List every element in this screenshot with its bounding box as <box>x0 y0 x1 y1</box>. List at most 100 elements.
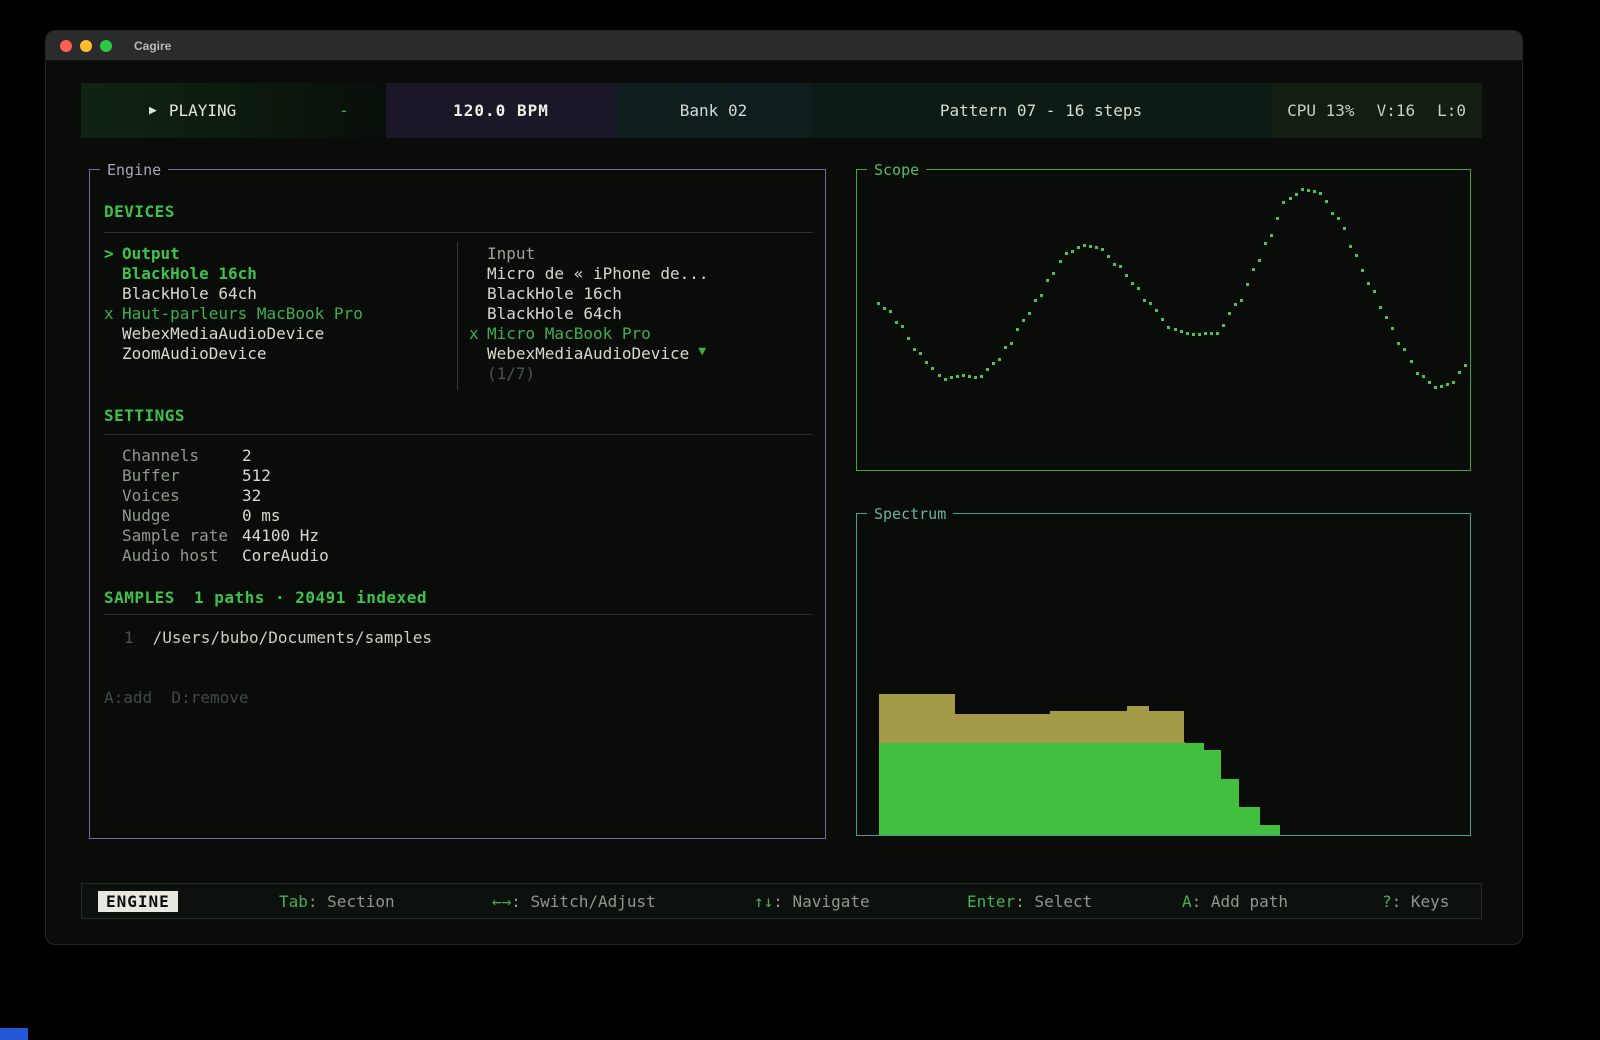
engine-panel-title: Engine <box>100 160 168 180</box>
device-column-header[interactable]: Input <box>469 244 809 264</box>
device-item[interactable]: xMicro MacBook Pro <box>469 324 809 344</box>
device-item[interactable]: xHaut-parleurs MacBook Pro <box>104 304 444 324</box>
setting-label: Channels <box>122 446 199 465</box>
scope-dot <box>1137 287 1140 290</box>
metronome-indicator: - <box>339 101 349 120</box>
device-name: Micro MacBook Pro <box>487 324 651 344</box>
active-device-marker: x <box>104 304 122 324</box>
scope-dot <box>1016 328 1019 331</box>
spectrum-band-peak <box>1050 711 1128 743</box>
setting-row[interactable]: Nudge0 ms <box>122 506 522 526</box>
scope-dot <box>931 367 934 370</box>
device-name: BlackHole 64ch <box>487 304 622 324</box>
scope-dot <box>962 374 965 377</box>
help-item: A: Add path <box>1182 884 1288 918</box>
sample-path-row[interactable]: 1/Users/bubo/Documents/samples <box>124 628 432 647</box>
scope-dot <box>1101 248 1104 251</box>
active-device-marker <box>469 364 487 384</box>
scope-dot <box>1234 303 1237 306</box>
scope-dot <box>1186 332 1189 335</box>
scope-dot <box>1349 245 1352 248</box>
device-name: BlackHole 16ch <box>122 264 257 284</box>
setting-value: 44100 Hz <box>242 526 319 545</box>
scope-dot <box>980 375 983 378</box>
scope-dot <box>1440 385 1443 388</box>
scope-dot <box>1446 383 1449 386</box>
device-item[interactable]: BlackHole 64ch <box>469 304 809 324</box>
scope-dot <box>1422 375 1425 378</box>
scope-dot <box>986 368 989 371</box>
device-column-header[interactable]: >Output <box>104 244 444 264</box>
scope-dot <box>1052 272 1055 275</box>
sample-path-value: /Users/bubo/Documents/samples <box>153 628 432 647</box>
minimize-button[interactable] <box>80 40 92 52</box>
scope-dot <box>1004 346 1007 349</box>
scope-dot <box>1264 242 1267 245</box>
device-name: WebexMediaAudioDevice <box>487 344 689 364</box>
scope-dot <box>1131 282 1134 285</box>
active-device-marker <box>469 304 487 324</box>
scope-dot <box>1143 299 1146 302</box>
help-key: A <box>1182 892 1192 911</box>
setting-row[interactable]: Audio hostCoreAudio <box>122 546 522 566</box>
app-window: Cagire ▶ PLAYING - 120.0 BPM Bank 02 Pat… <box>45 30 1523 945</box>
setting-label: Buffer <box>122 466 180 485</box>
scope-panel: Scope <box>856 169 1471 471</box>
zoom-button[interactable] <box>100 40 112 52</box>
scope-dot <box>1307 189 1310 192</box>
scope-dot <box>944 378 947 381</box>
device-item[interactable]: Micro de « iPhone de... <box>469 264 809 284</box>
engine-panel: Engine DEVICES >OutputBlackHole 16chBlac… <box>89 169 826 839</box>
spectrum-band-level <box>1259 825 1280 835</box>
scope-dot <box>1391 327 1394 330</box>
titlebar: Cagire <box>46 31 1522 61</box>
samples-meta: 1 paths · 20491 indexed <box>194 588 427 607</box>
device-item[interactable]: WebexMediaAudioDevice <box>104 324 444 344</box>
close-button[interactable] <box>60 40 72 52</box>
scope-dot <box>968 375 971 378</box>
scope-dot <box>925 361 928 364</box>
active-device-marker <box>469 284 487 304</box>
device-item[interactable]: BlackHole 16ch <box>469 284 809 304</box>
scope-dot <box>1022 319 1025 322</box>
spectrum-band-peak <box>1149 711 1184 743</box>
settings-heading: SETTINGS <box>104 406 185 425</box>
device-name: WebexMediaAudioDevice <box>122 324 324 344</box>
device-item[interactable]: WebexMediaAudioDevice ▼ <box>469 344 809 364</box>
scope-dot <box>974 376 977 379</box>
setting-row[interactable]: Buffer512 <box>122 466 522 486</box>
setting-value: 2 <box>242 446 252 465</box>
chevron-down-icon: ▼ <box>698 344 706 364</box>
play-status[interactable]: ▶ PLAYING - <box>81 83 386 138</box>
device-item[interactable]: ZoomAudioDevice <box>104 344 444 364</box>
device-item[interactable]: BlackHole 64ch <box>104 284 444 304</box>
scope-dot <box>938 374 941 377</box>
scope-dot <box>1216 332 1219 335</box>
bpm-display[interactable]: 120.0 BPM <box>386 83 616 138</box>
setting-row[interactable]: Channels 2 <box>122 446 522 466</box>
help-item: Tab: Section <box>279 884 395 918</box>
setting-row[interactable]: Sample rate 44100 Hz <box>122 526 522 546</box>
setting-label: Sample rate <box>122 526 228 545</box>
scope-dot <box>1222 324 1225 327</box>
scope-dot <box>1452 381 1455 384</box>
scope-dot <box>1095 246 1098 249</box>
scope-dot <box>1167 326 1170 329</box>
help-label: : Keys <box>1392 892 1450 911</box>
settings-list: Channels 2Buffer512Voices32Nudge0 msSampl… <box>122 446 522 566</box>
desktop-background-corner <box>0 1028 28 1040</box>
bank-display[interactable]: Bank 02 <box>616 83 811 138</box>
pattern-display[interactable]: Pattern 07 - 16 steps <box>811 83 1271 138</box>
scope-dot <box>1246 283 1249 286</box>
scope-waveform <box>857 170 1470 470</box>
device-item[interactable]: BlackHole 16ch <box>104 264 444 284</box>
scope-dot <box>895 321 898 324</box>
device-name: BlackHole 64ch <box>122 284 257 304</box>
scope-dot <box>1204 332 1207 335</box>
spectrum-band-peak <box>1127 706 1149 743</box>
setting-row[interactable]: Voices32 <box>122 486 522 506</box>
spectrum-analyzer <box>857 514 1470 835</box>
help-label: : Add path <box>1192 892 1288 911</box>
active-device-marker <box>104 344 122 364</box>
mode-indicator: ENGINE <box>98 884 178 918</box>
